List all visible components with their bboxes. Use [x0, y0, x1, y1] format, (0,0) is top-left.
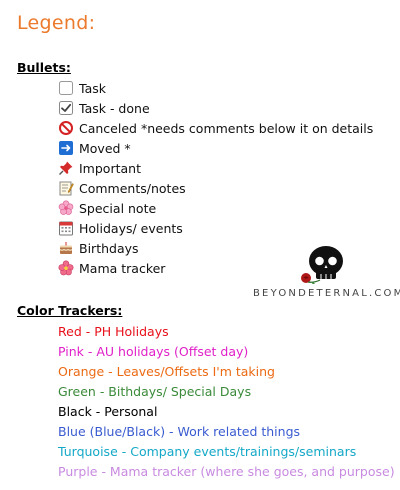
bullet-item-moved: Moved * [58, 138, 373, 158]
cake-icon [58, 240, 74, 256]
bullet-label: Special note [79, 200, 157, 216]
bullet-item-special-note: Special note [58, 198, 373, 218]
bullet-item-task-done: Task - done [58, 98, 373, 118]
color-tracker-orange: Orange - Leaves/Offsets I'm taking [58, 363, 275, 379]
color-tracker-purple: Purple - Mama tracker (where she goes, a… [58, 463, 395, 479]
legend-title: Legend: [17, 12, 96, 34]
calendar-icon [58, 220, 74, 236]
color-tracker-turquoise: Turquoise - Company events/trainings/sem… [58, 443, 357, 459]
checked-checkbox-icon [58, 100, 74, 116]
no-entry-icon [58, 120, 74, 136]
bullet-label: Important [79, 160, 141, 176]
hibiscus-icon [58, 260, 74, 276]
bullet-item-canceled: Canceled *needs comments below it on det… [58, 118, 373, 138]
color-trackers-list: Red - PH Holidays Pink - AU holidays (Of… [58, 321, 395, 481]
color-tracker-pink: Pink - AU holidays (Offset day) [58, 343, 249, 359]
skull-rose-logo [296, 244, 366, 288]
bullet-label: Task - done [79, 100, 150, 116]
color-tracker-green: Green - Bithdays/ Special Days [58, 383, 252, 399]
bullet-label: Comments/notes [79, 180, 186, 196]
bullet-item-comments: Comments/notes [58, 178, 373, 198]
bullet-item-holidays: Holidays/ events [58, 218, 373, 238]
bullet-label: Canceled *needs comments below it on det… [79, 120, 374, 136]
bullet-label: Birthdays [79, 240, 139, 256]
pink-flower-icon [58, 200, 74, 216]
pushpin-icon [58, 160, 74, 176]
bullet-label: Task [79, 80, 106, 96]
bullet-label: Mama tracker [79, 260, 166, 276]
bullet-item-important: Important [58, 158, 373, 178]
bullets-heading: Bullets: [17, 60, 71, 75]
bullet-label: Holidays/ events [79, 220, 183, 236]
color-tracker-black: Black - Personal [58, 403, 158, 419]
color-trackers-heading: Color Trackers: [17, 303, 123, 318]
watermark-text: BEYONDETERNAL.COM [253, 288, 400, 299]
color-tracker-blue: Blue (Blue/Black) - Work related things [58, 423, 301, 439]
memo-icon [58, 180, 74, 196]
bullet-label: Moved * [79, 140, 131, 156]
moved-arrow-icon [58, 140, 74, 156]
bullet-item-task: Task [58, 78, 373, 98]
empty-checkbox-icon [58, 80, 74, 96]
color-tracker-red: Red - PH Holidays [58, 323, 169, 339]
